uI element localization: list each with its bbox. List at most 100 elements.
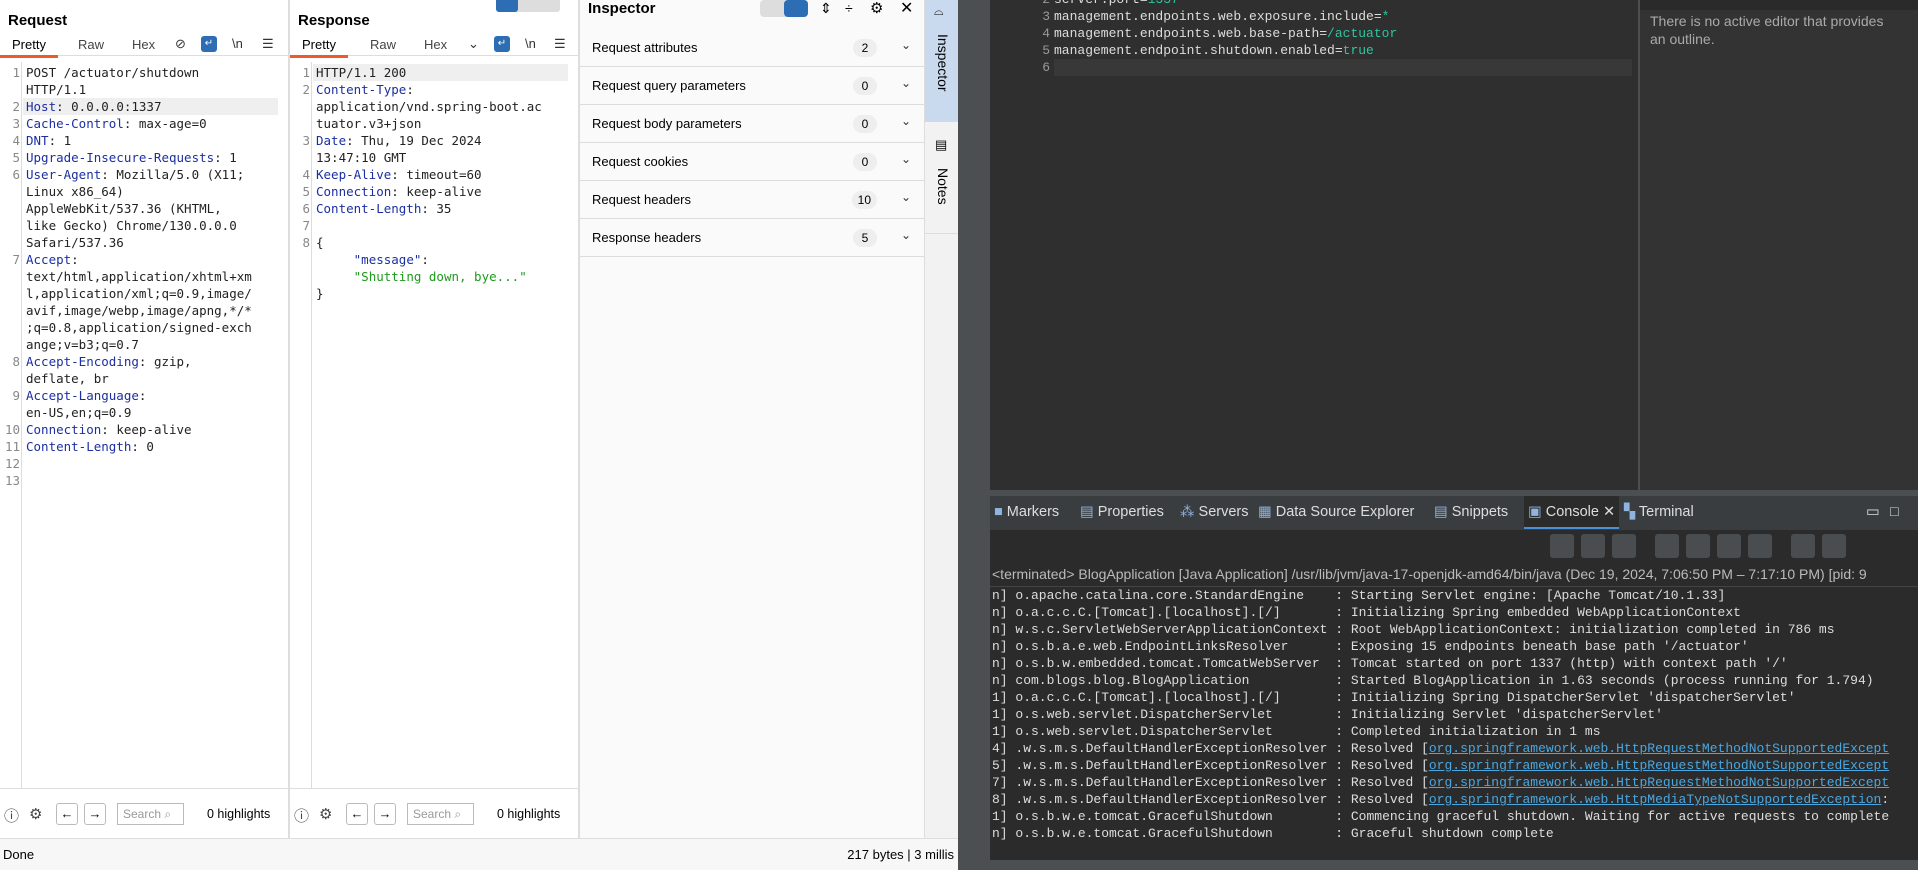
exception-link[interactable]: org.springframework.web.HttpMediaTypeNot… [1429, 792, 1881, 807]
remove-all-terminated-button[interactable] [1612, 534, 1636, 558]
code-line: "Shutting down, bye..." [316, 268, 527, 285]
inspector-section[interactable]: Request attributes 2 ⌄ [580, 29, 925, 67]
line-number: 6 [1042, 60, 1050, 75]
inspector-section[interactable]: Response headers 5 ⌄ [580, 219, 925, 257]
code-line: avif,image/webp,image/apng,*/* [26, 302, 252, 319]
tab-pretty[interactable]: Pretty [0, 37, 58, 58]
tab-hex[interactable]: Hex [132, 37, 155, 52]
pin-console-button[interactable] [1748, 534, 1772, 558]
newline-toggle[interactable]: \n [232, 36, 243, 51]
code-text: HTTP/1.1 200 [316, 65, 407, 80]
show-on-stdout-button[interactable] [1686, 534, 1710, 558]
bottom-tab-servers[interactable]: ⁂ Servers [1180, 504, 1249, 520]
outline-message: There is no active editor that provides … [1650, 13, 1884, 47]
chevron-down-icon[interactable]: ⌄ [901, 114, 911, 128]
code-text: : timeout=60 [391, 167, 482, 182]
bottom-tab-console[interactable]: ▣ Console ✕ [1524, 496, 1620, 529]
search-input[interactable]: Search ⌕ [407, 803, 474, 825]
settings-icon[interactable]: ⚙ [319, 805, 332, 823]
prev-match-button[interactable]: ← [56, 803, 78, 825]
code-line: en-US,en;q=0.9 [26, 404, 131, 421]
layout-toggle[interactable] [496, 0, 560, 12]
properties-editor[interactable]: 2 server.port=1337 3 management.endpoints.w… [990, 0, 1638, 490]
console-output[interactable]: n] o.apache.catalina.core.StandardEngine… [990, 588, 1916, 858]
header-name: Date [316, 133, 347, 148]
settings-icon[interactable]: ⚙ [870, 0, 883, 17]
console-line: 1] o.s.web.servlet.DispatcherServlet : C… [992, 724, 1601, 739]
help-icon[interactable]: ⓘ [294, 805, 309, 826]
log-text: 1] o.a.c.c.C.[Tomcat].[localhost].[/] : … [992, 690, 1796, 705]
header-name: Accept [26, 252, 72, 267]
code-line: User-Agent: Mozilla/5.0 (X11; [26, 166, 244, 183]
inspector-section[interactable]: Request headers 10 ⌄ [580, 181, 925, 219]
chevron-down-icon[interactable]: ⌄ [901, 76, 911, 90]
bottom-tab-snippets[interactable]: ▤ Snippets [1434, 504, 1508, 520]
prev-match-button[interactable]: ← [346, 803, 368, 825]
exception-link[interactable]: org.springframework.web.HttpRequestMetho… [1429, 758, 1889, 773]
code-line: AppleWebKit/537.36 (KHTML, [26, 200, 222, 217]
chevron-down-icon[interactable]: ⌄ [901, 190, 911, 204]
terminal-icon: ▚ [1624, 504, 1639, 520]
chevron-down-icon[interactable]: ⌄ [901, 228, 911, 242]
console-line: n] o.a.c.c.C.[Tomcat].[localhost].[/] : … [992, 605, 1741, 620]
bottom-tab-terminal[interactable]: ▚ Terminal [1624, 504, 1694, 520]
inspector-section[interactable]: Request query parameters 0 ⌄ [580, 67, 925, 105]
help-icon[interactable]: ⓘ [4, 805, 19, 826]
hide-nonprintable-icon[interactable]: ⊘ [175, 36, 186, 52]
tab-raw[interactable]: Raw [370, 37, 396, 52]
word-wrap-icon[interactable]: ↵ [494, 36, 510, 52]
word-wrap-button[interactable] [1717, 534, 1741, 558]
bottom-tab-properties[interactable]: ▤ Properties [1080, 504, 1164, 520]
maximize-icon[interactable]: □ [1890, 504, 1899, 520]
console-line: 1] o.s.web.servlet.DispatcherServlet : I… [992, 707, 1663, 722]
request-editor[interactable]: 1 POST /actuator/shutdown HTTP/1.1 2 Host: 0… [0, 62, 288, 788]
new-console-button[interactable] [1822, 534, 1846, 558]
next-match-button[interactable]: → [374, 803, 396, 825]
log-text: n] o.s.b.w.embedded.tomcat.TomcatWebServ… [992, 656, 1788, 671]
word-wrap-icon[interactable]: ↵ [201, 36, 217, 52]
remove-launch-button[interactable] [1581, 534, 1605, 558]
close-icon[interactable]: ✕ [900, 0, 913, 18]
chevron-down-icon[interactable]: ⌄ [901, 152, 911, 166]
tab-raw[interactable]: Raw [78, 37, 104, 52]
section-count-badge: 0 [853, 115, 877, 133]
tab-label: Properties [1097, 504, 1164, 520]
tab-hex[interactable]: Hex [424, 37, 447, 52]
console-line: n] w.s.c.ServletWebServerApplicationCont… [992, 622, 1835, 637]
response-editor[interactable]: 1 HTTP/1.1 200 2 Content-Type: application/v… [290, 62, 578, 788]
chevron-down-icon[interactable]: ⌄ [468, 36, 479, 52]
newline-toggle[interactable]: \n [525, 36, 536, 51]
tab-pretty[interactable]: Pretty [290, 37, 348, 58]
scroll-lock-button[interactable] [1655, 534, 1679, 558]
menu-icon[interactable]: ☰ [554, 36, 566, 52]
menu-icon[interactable]: ☰ [262, 36, 274, 52]
next-match-button[interactable]: → [84, 803, 106, 825]
display-console-button[interactable] [1791, 534, 1815, 558]
inspector-section[interactable]: Request cookies 0 ⌄ [580, 143, 925, 181]
code-line: Accept-Encoding: gzip, [26, 353, 192, 370]
side-tab-inspector[interactable]: ⌓ Inspector [925, 0, 958, 122]
code-line: Date: Thu, 19 Dec 2024 [316, 132, 482, 149]
layout-columns-icon[interactable] [496, 0, 518, 12]
side-tab-notes[interactable]: ▤ Notes [925, 124, 958, 234]
bottom-tab-data-source-explorer[interactable]: ▦ Data Source Explorer [1258, 504, 1414, 520]
property-key: management.endpoint.shutdown.enabled= [1054, 43, 1343, 58]
header-name: Upgrade-Insecure-Requests [26, 150, 215, 165]
search-input[interactable]: Search ⌕ [117, 803, 184, 825]
terminate-button[interactable] [1550, 534, 1574, 558]
inspector-section[interactable]: Request body parameters 0 ⌄ [580, 105, 925, 143]
property-key: management.endpoints.web.base-path= [1054, 26, 1328, 41]
settings-icon[interactable]: ⚙ [29, 805, 42, 823]
inspector-layout-toggle[interactable] [760, 0, 808, 17]
expand-all-icon[interactable]: ⇕ [820, 0, 832, 17]
code-line: Content-Length: 0 [26, 438, 154, 455]
header-name: Accept-Language [26, 388, 139, 403]
bottom-tab-markers[interactable]: ■ Markers [994, 504, 1059, 520]
code-text: l,application/xml;q=0.9,image/ [26, 286, 252, 301]
chevron-down-icon[interactable]: ⌄ [901, 38, 911, 52]
exception-link[interactable]: org.springframework.web.HttpRequestMetho… [1429, 741, 1889, 756]
close-icon[interactable]: ✕ [1599, 504, 1615, 520]
exception-link[interactable]: org.springframework.web.HttpRequestMetho… [1429, 775, 1889, 790]
collapse-all-icon[interactable]: ÷ [845, 0, 853, 16]
minimize-icon[interactable]: ▭ [1866, 504, 1880, 520]
